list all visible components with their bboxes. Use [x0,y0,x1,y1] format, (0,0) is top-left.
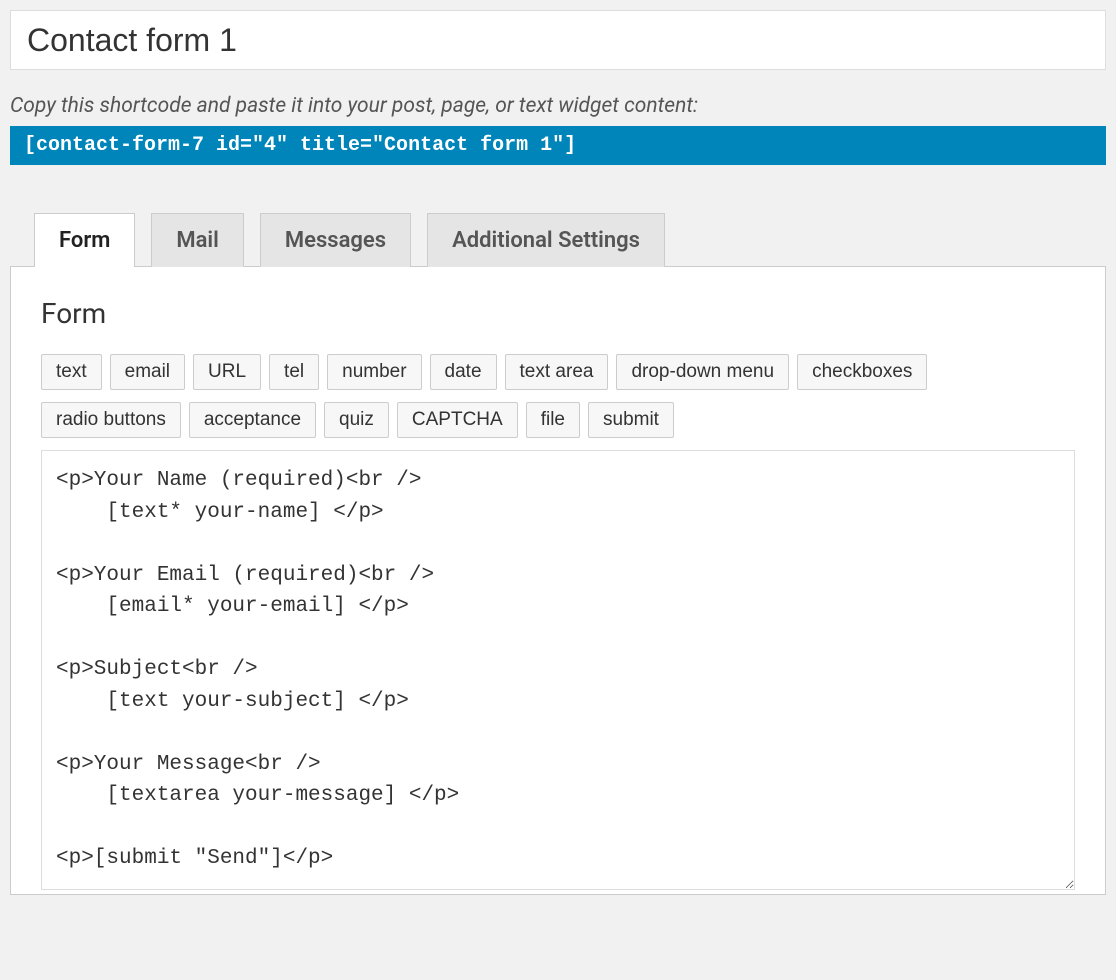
tag-tel-button[interactable]: tel [269,354,319,390]
tab-mail[interactable]: Mail [151,213,244,267]
tag-number-button[interactable]: number [327,354,421,390]
tag-checkboxes-button[interactable]: checkboxes [797,354,927,390]
tag-textarea-button[interactable]: text area [505,354,609,390]
tag-buttons-row-1: text email URL tel number date text area… [41,354,1075,390]
tag-radio-button[interactable]: radio buttons [41,402,181,438]
tab-additional-settings[interactable]: Additional Settings [427,213,665,267]
tag-text-button[interactable]: text [41,354,102,390]
tag-acceptance-button[interactable]: acceptance [189,402,316,438]
tag-captcha-button[interactable]: CAPTCHA [397,402,518,438]
tab-list: Form Mail Messages Additional Settings [10,213,1106,267]
form-title-input[interactable] [10,10,1106,70]
panel-title: Form [41,297,1075,330]
tag-quiz-button[interactable]: quiz [324,402,389,438]
form-panel: Form text email URL tel number date text… [10,266,1106,895]
tag-date-button[interactable]: date [430,354,497,390]
tag-dropdown-button[interactable]: drop-down menu [616,354,789,390]
tab-form[interactable]: Form [34,213,135,267]
shortcode-instruction: Copy this shortcode and paste it into yo… [10,94,1106,118]
shortcode-display[interactable] [10,126,1106,165]
tag-file-button[interactable]: file [526,402,580,438]
form-content-textarea[interactable] [41,450,1075,890]
tag-buttons-row-2: radio buttons acceptance quiz CAPTCHA fi… [41,402,1075,438]
tag-email-button[interactable]: email [110,354,185,390]
tab-messages[interactable]: Messages [260,213,411,267]
tag-url-button[interactable]: URL [193,354,261,390]
tag-submit-button[interactable]: submit [588,402,674,438]
